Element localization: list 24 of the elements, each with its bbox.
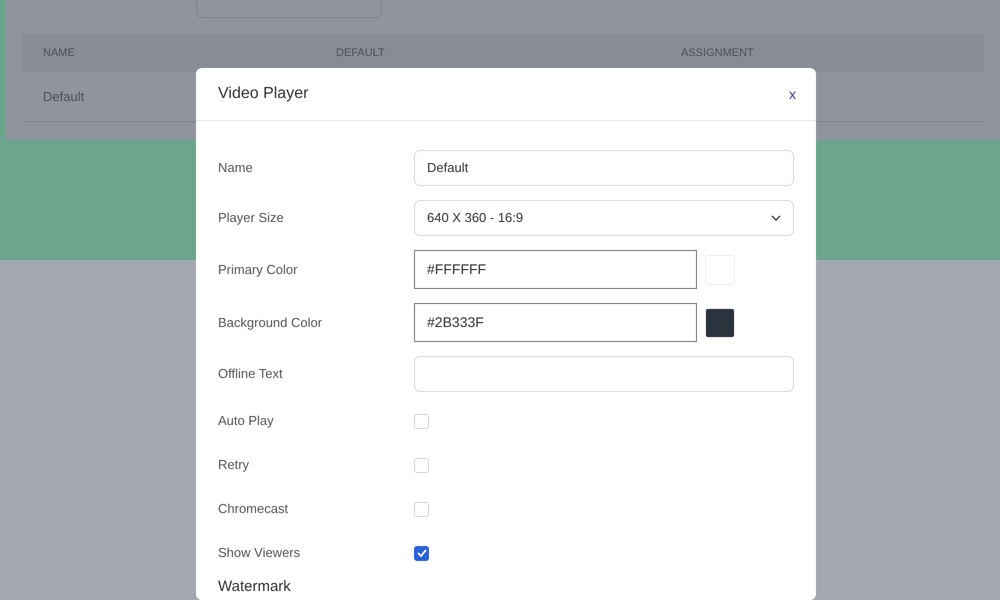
color-input[interactable]: #FFFFFF [414,250,697,289]
color-input[interactable]: #2B333F [414,303,697,342]
input-field[interactable]: Default [414,150,794,186]
field-label: Auto Play [218,412,275,430]
column-header: NAME [43,46,75,61]
section-heading: Watermark [218,578,292,596]
column-header: DEFAULT [336,46,385,61]
color-swatch[interactable] [705,308,735,338]
table-cell-text: Default [43,88,84,106]
field-label: Primary Color [218,260,298,279]
field-label: Player Size [218,209,285,228]
field-label: Name [218,159,254,178]
field-label: Background Color [218,314,324,332]
checkbox[interactable] [414,546,429,560]
select-field[interactable]: 640 X 360 - 16:9 [414,200,794,236]
chevron-down-icon [771,214,781,222]
modal-title: Video Player [218,84,308,104]
field-label: Chromecast [218,500,290,518]
field-label: Show Viewers [218,544,302,562]
column-header: ASSIGNMENT [681,46,754,61]
close-button[interactable]: x [785,84,800,104]
field-label: Offline Text [218,365,284,384]
input-field[interactable] [414,356,794,392]
field-label: Retry [218,456,250,474]
